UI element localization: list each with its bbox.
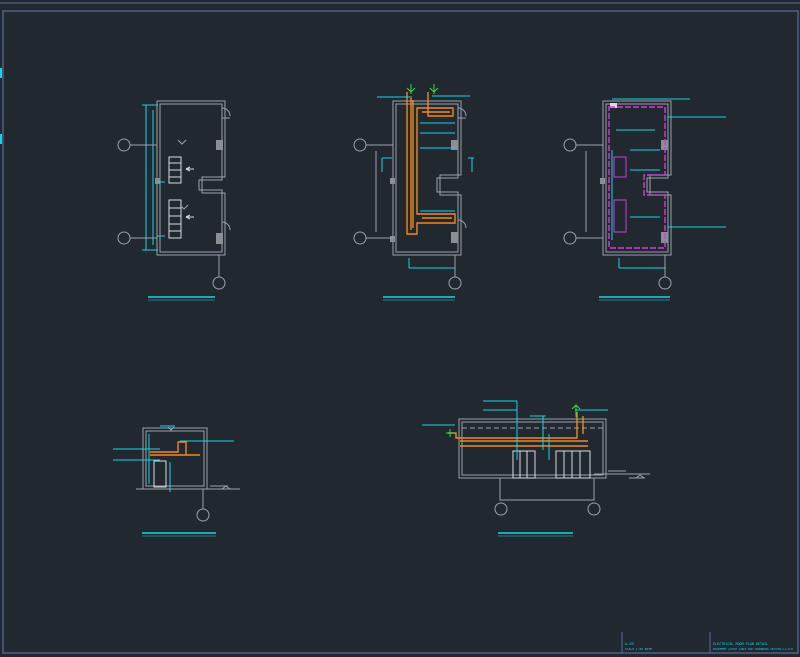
left-edge-tick [0, 68, 2, 78]
column [216, 233, 223, 244]
plan-grounding-walls [602, 100, 672, 256]
drawing-sheet: A-03 SCALE 1:50 NOTE ELECTRICAL ROOM PLA… [0, 2, 800, 654]
column [390, 236, 395, 242]
column [390, 178, 395, 184]
section-a-outline [136, 427, 240, 490]
title-block-left-1: A-03 [625, 642, 634, 646]
section-a-view [113, 425, 240, 537]
cable-tray-run [406, 92, 456, 235]
title-block-right-2: EQUIPMENT LAYOUT CABLE TRAY GROUNDING SE… [713, 647, 793, 651]
sheet-frame [2, 10, 799, 654]
column [451, 232, 458, 243]
leader-lines [113, 425, 234, 492]
leader-lines [611, 98, 726, 269]
section-b-view [422, 400, 650, 537]
title-block-right-1: ELECTRICAL ROOM PLAN DETAIL [713, 642, 768, 646]
section-b-outline [458, 418, 650, 501]
title-block-left-2: SCALE 1:50 NOTE [625, 647, 652, 651]
grid-axis-bubbles [117, 138, 226, 290]
title-block: A-03 SCALE 1:50 NOTE ELECTRICAL ROOM PLA… [621, 632, 793, 653]
grid-axis-bubbles [494, 502, 601, 516]
dimension-lines [142, 104, 165, 251]
equipment-racks [168, 156, 182, 239]
grounding-equipment [613, 156, 627, 233]
door-swing [457, 107, 467, 229]
left-edge-tick-2 [0, 134, 2, 144]
ceiling-mark [177, 139, 189, 210]
plan-grounding-view [563, 98, 726, 301]
column [155, 178, 160, 184]
plan-equipment-view [117, 100, 231, 301]
plan-equipment-walls [156, 100, 226, 256]
column [600, 178, 605, 184]
arrow-marker [185, 166, 194, 220]
grid-axis-bubbles [563, 138, 672, 290]
section-b-cable-tray [448, 412, 588, 447]
door-swing [221, 107, 231, 231]
green-riser-marker [406, 84, 439, 94]
column [216, 140, 223, 150]
section-a-equipment [153, 460, 167, 488]
grid-axis-bubbles [196, 489, 210, 522]
section-b-equipment [512, 450, 591, 479]
plan-cable-tray-walls [392, 100, 462, 256]
plan-cable-tray-view [353, 84, 474, 301]
